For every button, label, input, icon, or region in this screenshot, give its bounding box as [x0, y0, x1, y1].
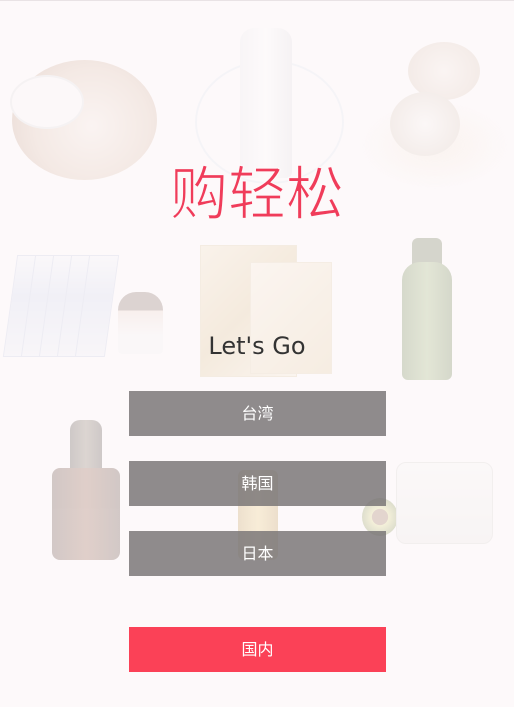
cushion-lid-image: [408, 42, 480, 100]
green-bottle-image: [402, 262, 452, 380]
domestic-button[interactable]: 国内: [129, 627, 386, 672]
region-button-taiwan[interactable]: 台湾: [129, 391, 386, 436]
region-button-japan[interactable]: 日本: [129, 531, 386, 576]
logo-text: 购轻松: [170, 160, 344, 228]
powder-puff-image: [10, 75, 84, 129]
logo: 购轻松: [169, 159, 344, 228]
cream-jar-image: [396, 462, 493, 544]
cushion-compact-image: [390, 92, 460, 156]
tagline: Let's Go: [208, 332, 306, 360]
region-button-korea[interactable]: 韩国: [129, 461, 386, 506]
serum-dropper-image: [70, 420, 102, 470]
night-serum-image: [52, 468, 120, 560]
